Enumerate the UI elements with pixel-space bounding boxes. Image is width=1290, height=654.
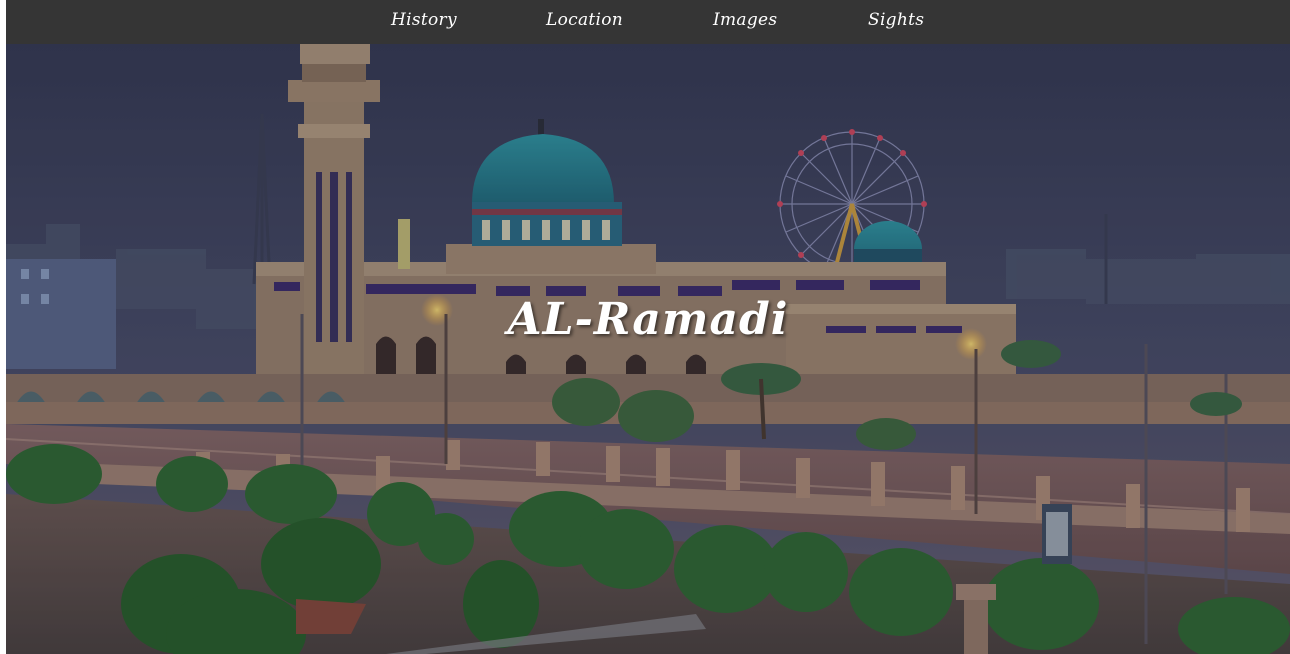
nav-link-history[interactable]: History — [391, 10, 457, 34]
hero-background-image — [6, 44, 1290, 654]
nav-link-location[interactable]: Location — [546, 10, 623, 34]
page-title: AL-Ramadi — [507, 294, 789, 345]
nav-link-sights[interactable]: Sights — [868, 10, 924, 34]
page-frame: History Location Images Sights AL-Ramadi — [6, 0, 1290, 654]
top-navigation-bar: History Location Images Sights — [6, 0, 1290, 44]
nav-link-images[interactable]: Images — [713, 10, 777, 34]
hero-banner: AL-Ramadi — [6, 44, 1290, 654]
